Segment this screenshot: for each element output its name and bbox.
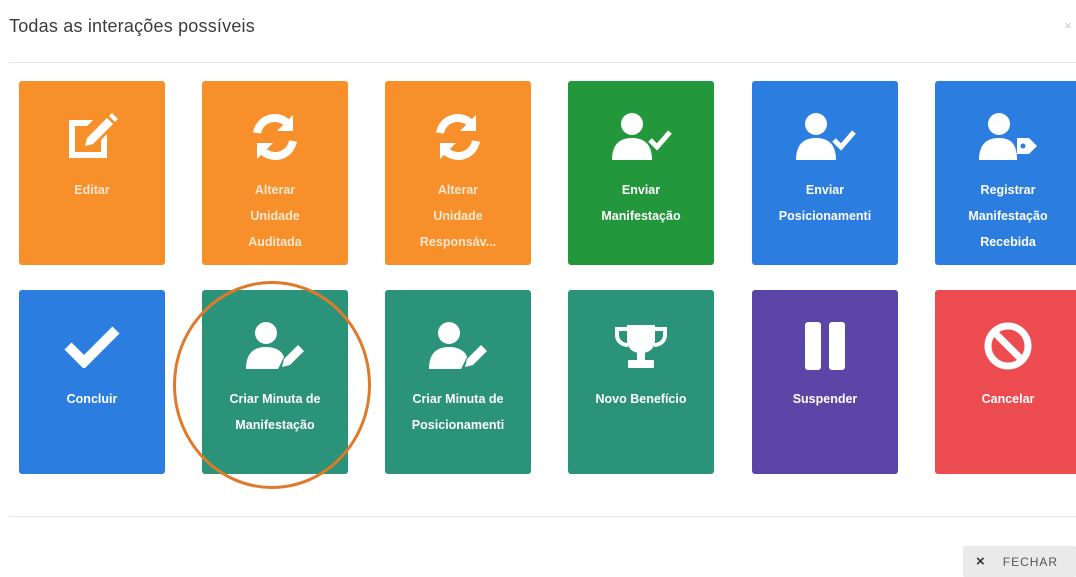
tile-label: Criar Minuta de Posicionamenti (411, 392, 505, 432)
tile-label: Novo Benefício (595, 392, 687, 406)
modal-title: Todas as interações possíveis (9, 16, 255, 36)
tile-criar-minuta-manifestacao[interactable]: Criar Minuta de Manifestação (202, 290, 348, 474)
tile-label: Enviar Posicionamenti (778, 183, 872, 223)
user-tag-icon (935, 109, 1076, 165)
tile-alterar-unidade-auditada[interactable]: Alterar Unidade Auditada (202, 81, 348, 265)
tile-label: Editar (74, 183, 110, 197)
tile-enviar-posicionamento[interactable]: Enviar Posicionamenti (752, 81, 898, 265)
tile-editar[interactable]: Editar (19, 81, 165, 265)
check-icon (19, 318, 165, 374)
tile-label: Registrar Manifestação Recebida (968, 183, 1048, 249)
tile-alterar-unidade-responsavel[interactable]: Alterar Unidade Responsáv... (385, 81, 531, 265)
tile-label: Suspender (792, 392, 858, 406)
user-edit-icon (202, 318, 348, 374)
tile-criar-minuta-posicionamento[interactable]: Criar Minuta de Posicionamenti (385, 290, 531, 474)
tile-novo-beneficio[interactable]: Novo Benefício (568, 290, 714, 474)
tile-enviar-manifestacao[interactable]: Enviar Manifestação (568, 81, 714, 265)
tile-label: Cancelar (981, 392, 1035, 406)
tile-label: Alterar Unidade Responsáv... (419, 183, 497, 249)
ban-icon (935, 318, 1076, 374)
edit-icon (19, 109, 165, 165)
tile-label: Enviar Manifestação (601, 183, 681, 223)
refresh-icon (385, 109, 531, 165)
trophy-icon (568, 318, 714, 374)
close-icon[interactable]: × (1064, 18, 1072, 33)
header-divider (9, 62, 1076, 63)
footer-divider (9, 516, 1076, 517)
interactions-modal: Todas as interações possíveis × Editar A… (0, 0, 1076, 577)
tile-label: Criar Minuta de Manifestação (229, 392, 321, 432)
pause-icon (752, 318, 898, 374)
tile-label: Alterar Unidade Auditada (248, 183, 302, 249)
tile-suspender[interactable]: Suspender (752, 290, 898, 474)
close-icon: × (976, 553, 985, 570)
tile-registrar-manifestacao-recebida[interactable]: Registrar Manifestação Recebida (935, 81, 1076, 265)
close-button-label: FECHAR (1002, 554, 1059, 569)
tile-concluir[interactable]: Concluir (19, 290, 165, 474)
user-edit-icon (385, 318, 531, 374)
tile-cancelar[interactable]: Cancelar (935, 290, 1076, 474)
close-button[interactable]: × FECHAR (963, 546, 1076, 577)
user-check-icon (568, 109, 714, 165)
user-check-icon (752, 109, 898, 165)
tile-label: Concluir (66, 392, 118, 406)
refresh-icon (202, 109, 348, 165)
